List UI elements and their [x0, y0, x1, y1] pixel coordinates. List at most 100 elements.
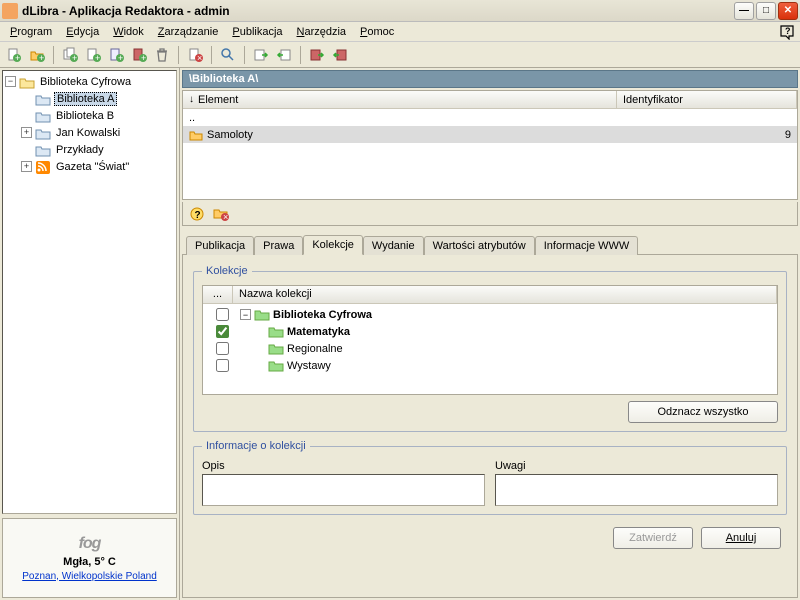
fieldset-info: Informacje o kolekcji Opis Uwagi [193, 440, 787, 515]
svg-text:+: + [72, 53, 77, 63]
help-icon[interactable]: ? [187, 204, 207, 224]
tab-www[interactable]: Informacje WWW [535, 236, 639, 255]
list-toolbar: ? × [182, 202, 798, 226]
collection-checkbox[interactable] [216, 342, 229, 355]
title-bar: dLibra - Aplikacja Redaktora - admin — □… [0, 0, 800, 22]
menu-widok[interactable]: Widok [107, 24, 150, 40]
book-export-icon[interactable] [330, 45, 350, 65]
delete-icon[interactable] [152, 45, 172, 65]
column-checkbox[interactable]: ... [203, 286, 233, 303]
expander-icon[interactable]: + [21, 161, 32, 172]
folder-icon [268, 342, 284, 355]
add-book-icon[interactable]: + [129, 45, 149, 65]
fieldset-legend: Kolekcje [202, 265, 252, 277]
tree-node-biblioteka-a[interactable]: Biblioteka A [5, 90, 174, 107]
maximize-button[interactable]: □ [756, 2, 776, 20]
folder-open-icon [19, 75, 35, 89]
weather-summary: Mgła, 5° C [63, 556, 116, 568]
window-title: dLibra - Aplikacja Redaktora - admin [22, 4, 230, 18]
collection-checkbox[interactable] [216, 325, 229, 338]
column-name[interactable]: Nazwa kolekcji [233, 286, 777, 303]
add-doc-icon[interactable]: + [83, 45, 103, 65]
tree-node-przyklady[interactable]: Przykłady [5, 141, 174, 158]
weather-location-link[interactable]: Poznan, Wielkopolskie Poland [22, 571, 157, 582]
deselect-all-button[interactable]: Odznacz wszystko [628, 401, 778, 423]
folder-icon [35, 143, 51, 157]
book-import-icon[interactable] [307, 45, 327, 65]
new-doc-icon[interactable]: + [4, 45, 24, 65]
minimize-button[interactable]: — [734, 2, 754, 20]
folder-icon [189, 129, 203, 141]
tree-node-biblioteka-b[interactable]: Biblioteka B [5, 107, 174, 124]
list-view[interactable]: Element Identyfikator .. Samoloty 9 [182, 90, 798, 200]
svg-text:?: ? [785, 26, 791, 36]
label-uwagi: Uwagi [495, 460, 778, 472]
rss-icon [35, 160, 51, 174]
expander-icon[interactable]: − [5, 76, 16, 87]
label-opis: Opis [202, 460, 485, 472]
remove-doc-icon[interactable]: × [185, 45, 205, 65]
svg-text:+: + [39, 53, 44, 63]
export-icon[interactable] [274, 45, 294, 65]
remove-folder-icon[interactable]: × [211, 204, 231, 224]
confirm-button[interactable]: Zatwierdź [613, 527, 693, 549]
weather-icon: fog [79, 535, 101, 553]
tree-root[interactable]: − Biblioteka Cyfrowa [5, 73, 174, 90]
tree-node-gazeta-swiat[interactable]: + Gazeta "Świat" [5, 158, 174, 175]
collection-row[interactable]: Matematyka [203, 323, 777, 340]
collection-checkbox[interactable] [216, 308, 229, 321]
tab-strip: Publikacja Prawa Kolekcje Wydanie Wartoś… [182, 232, 798, 254]
close-button[interactable]: ✕ [778, 2, 798, 20]
new-folder-icon[interactable]: + [27, 45, 47, 65]
svg-text:×: × [197, 53, 202, 63]
folder-icon [35, 92, 51, 106]
tab-kolekcje[interactable]: Kolekcje [303, 235, 363, 255]
cancel-button[interactable]: Anuluj [701, 527, 781, 549]
menu-program[interactable]: Program [4, 24, 58, 40]
menu-edycja[interactable]: Edycja [60, 24, 105, 40]
collection-row[interactable]: Wystawy [203, 357, 777, 374]
svg-text:+: + [141, 53, 146, 63]
expander-icon[interactable]: − [240, 309, 251, 320]
collection-checkbox[interactable] [216, 359, 229, 372]
context-help-button[interactable]: ? [778, 23, 796, 41]
add-file-icon[interactable]: + [106, 45, 126, 65]
column-id[interactable]: Identyfikator [617, 91, 797, 108]
expander-icon[interactable]: + [21, 127, 32, 138]
tab-publikacja[interactable]: Publikacja [186, 236, 254, 255]
tab-wartosci[interactable]: Wartości atrybutów [424, 236, 535, 255]
tab-prawa[interactable]: Prawa [254, 236, 303, 255]
svg-text:+: + [118, 53, 123, 63]
tree-view[interactable]: − Biblioteka Cyfrowa Biblioteka A Biblio… [3, 71, 176, 177]
folder-icon [268, 325, 284, 338]
svg-text:?: ? [195, 210, 201, 221]
add-multi-icon[interactable]: + [60, 45, 80, 65]
folder-icon [35, 126, 51, 140]
collection-row[interactable]: Regionalne [203, 340, 777, 357]
collection-row[interactable]: − Biblioteka Cyfrowa [203, 306, 777, 323]
menu-bar: Program Edycja Widok Zarządzanie Publika… [0, 22, 800, 42]
menu-zarzadzanie[interactable]: Zarządzanie [152, 24, 225, 40]
svg-text:+: + [15, 53, 20, 63]
folder-open-icon [254, 308, 270, 321]
tree-node-jan-kowalski[interactable]: + Jan Kowalski [5, 124, 174, 141]
folder-icon [35, 109, 51, 123]
list-row-parent[interactable]: .. [183, 109, 797, 126]
app-icon [2, 3, 18, 19]
right-panel: \Biblioteka A\ Element Identyfikator .. … [180, 68, 800, 600]
column-element[interactable]: Element [183, 91, 617, 108]
search-icon[interactable] [218, 45, 238, 65]
import-icon[interactable] [251, 45, 271, 65]
uwagi-field[interactable] [495, 474, 778, 506]
fieldset-kolekcje: Kolekcje ... Nazwa kolekcji − Bibliot [193, 265, 787, 432]
opis-field[interactable] [202, 474, 485, 506]
left-panel: − Biblioteka Cyfrowa Biblioteka A Biblio… [0, 68, 180, 600]
tab-wydanie[interactable]: Wydanie [363, 236, 424, 255]
menu-publikacja[interactable]: Publikacja [226, 24, 288, 40]
path-bar: \Biblioteka A\ [182, 70, 798, 88]
menu-narzedzia[interactable]: Narzędzia [291, 24, 353, 40]
menu-pomoc[interactable]: Pomoc [354, 24, 400, 40]
svg-text:+: + [95, 53, 100, 63]
tab-content-kolekcje: Kolekcje ... Nazwa kolekcji − Bibliot [182, 254, 798, 598]
list-row[interactable]: Samoloty 9 [183, 126, 797, 143]
